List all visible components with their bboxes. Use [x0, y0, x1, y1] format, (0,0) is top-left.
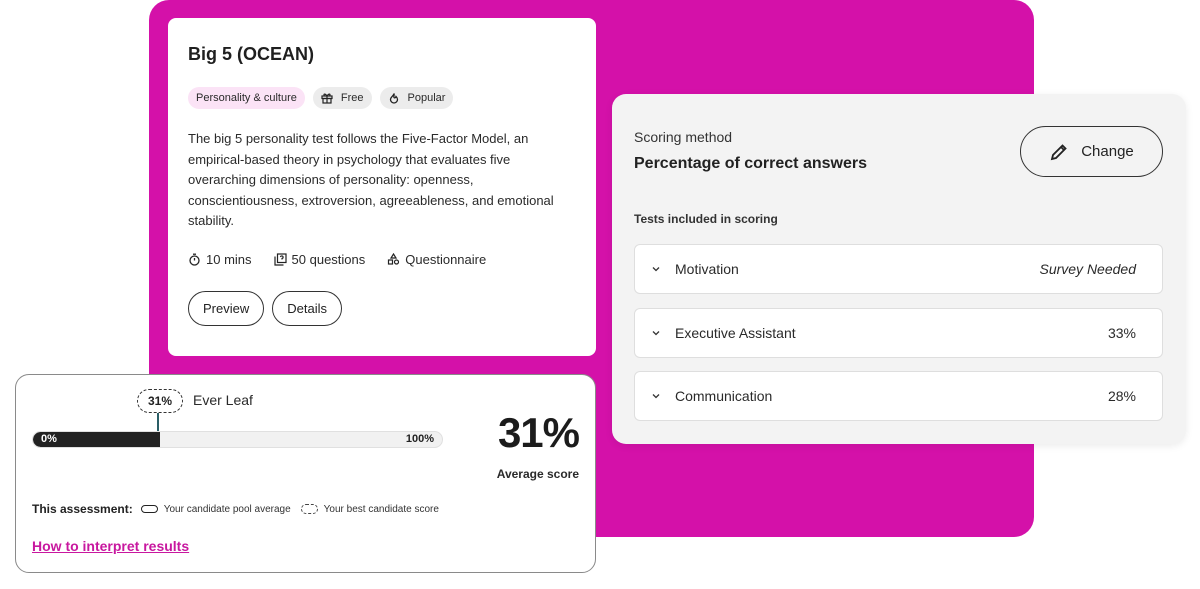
test-score: 33% [1107, 325, 1136, 341]
legend-best-candidate: Your best candidate score [323, 503, 439, 515]
best-candidate-name: Ever Leaf [193, 392, 253, 408]
chevron-down-icon [652, 394, 660, 399]
test-name: Communication [675, 388, 773, 404]
pool-average-icon [140, 505, 158, 513]
test-score: Survey Needed [1039, 261, 1136, 277]
test-score: 28% [1107, 388, 1136, 404]
tag-category: Personality & culture [188, 87, 305, 109]
score-card: 31% Ever Leaf 0% 100% 31% Average score … [15, 374, 596, 573]
tag-list: Personality & culture Free Popular [188, 87, 576, 109]
interpret-results-link[interactable]: How to interpret results [32, 538, 189, 554]
change-label: Change [1081, 143, 1134, 160]
meta-label: 10 mins [206, 251, 252, 267]
best-candidate-icon [300, 504, 318, 514]
test-name: Motivation [675, 261, 739, 277]
test-row-executive-assistant[interactable]: Executive Assistant 33% [634, 308, 1163, 358]
details-button[interactable]: Details [272, 290, 342, 326]
tag-label: Personality & culture [196, 92, 297, 104]
meta-label: 50 questions [291, 251, 366, 267]
pencil-icon [1050, 143, 1067, 160]
test-row-motivation[interactable]: Motivation Survey Needed [634, 244, 1163, 294]
preview-button[interactable]: Preview [188, 290, 265, 326]
average-score-label: Average score [496, 467, 579, 481]
tag-label: Popular [407, 92, 446, 104]
legend: This assessment: Your candidate pool ave… [32, 502, 439, 516]
change-scoring-button[interactable]: Change [1020, 126, 1163, 177]
score-bar: 0% 100% [32, 431, 443, 448]
best-score-marker [157, 413, 159, 433]
chevron-down-icon [652, 267, 660, 272]
meta-questions: 50 questions [273, 251, 366, 267]
test-card: Big 5 (OCEAN) Personality & culture Free… [168, 18, 596, 356]
tag-popular: Popular [379, 87, 454, 109]
gift-icon [321, 93, 333, 104]
tag-label: Free [340, 92, 364, 104]
card-actions: Preview Details [188, 290, 576, 326]
average-score-value: 31% [497, 409, 580, 456]
best-score-badge: 31% [137, 389, 183, 413]
chevron-down-icon [652, 331, 660, 336]
flame-icon [389, 93, 398, 104]
test-name: Executive Assistant [675, 325, 796, 341]
test-description: The big 5 personality test follows the F… [188, 131, 554, 228]
bar-max-label: 100% [405, 433, 434, 445]
shapes-icon [388, 252, 400, 265]
meta-duration: 10 mins [188, 252, 252, 267]
scoring-card: Scoring method Percentage of correct ans… [612, 94, 1186, 444]
questions-icon [273, 252, 287, 266]
test-title: Big 5 (OCEAN) [188, 44, 314, 64]
legend-pool-average: Your candidate pool average [163, 503, 291, 515]
scoring-method-label: Scoring method [634, 129, 733, 145]
test-row-communication[interactable]: Communication 28% [634, 371, 1163, 421]
test-meta: 10 mins 50 questions Questionnaire [188, 252, 576, 267]
tag-free: Free [312, 87, 372, 109]
scoring-method-value: Percentage of correct answers [634, 155, 867, 172]
tests-heading: Tests included in scoring [634, 212, 778, 226]
meta-type: Questionnaire [387, 252, 486, 267]
legend-title: This assessment: [32, 502, 133, 516]
meta-label: Questionnaire [405, 251, 487, 267]
stopwatch-icon [189, 253, 200, 266]
bar-min-label: 0% [41, 433, 57, 445]
